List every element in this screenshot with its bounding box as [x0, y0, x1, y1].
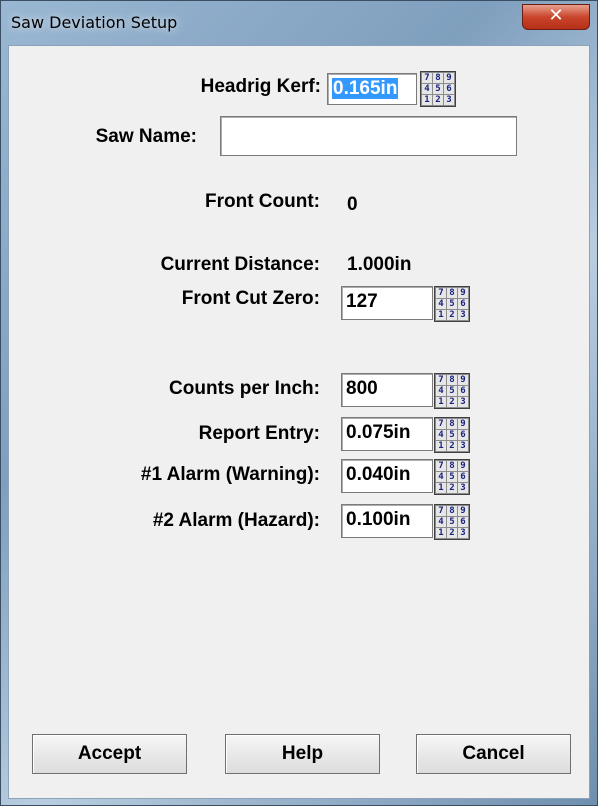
keypad-key: 1	[436, 483, 446, 493]
window-title: Saw Deviation Setup	[11, 13, 178, 32]
keypad-key: 3	[458, 483, 468, 493]
keypad-key: 2	[447, 310, 457, 320]
keypad-key: 6	[458, 472, 468, 482]
keypad-key: 5	[433, 84, 443, 94]
alarm2-input[interactable]: 0.100in	[341, 504, 433, 538]
keypad-key: 7	[436, 375, 446, 385]
headrig-kerf-keypad-icon[interactable]: 789 456 123	[420, 71, 456, 107]
keypad-key: 9	[458, 461, 468, 471]
report-entry-keypad-icon[interactable]: 789 456 123	[434, 417, 470, 453]
keypad-key: 6	[458, 386, 468, 396]
keypad-key: 8	[447, 461, 457, 471]
keypad-key: 3	[444, 95, 454, 105]
keypad-key: 6	[458, 430, 468, 440]
keypad-key: 5	[447, 472, 457, 482]
keypad-key: 3	[458, 310, 468, 320]
keypad-key: 5	[447, 430, 457, 440]
counts-per-inch-keypad-icon[interactable]: 789 456 123	[434, 373, 470, 409]
keypad-key: 2	[447, 397, 457, 407]
keypad-key: 7	[436, 288, 446, 298]
keypad-key: 1	[422, 95, 432, 105]
keypad-key: 3	[458, 397, 468, 407]
keypad-key: 1	[436, 441, 446, 451]
report-entry-label: Report Entry:	[198, 423, 320, 444]
keypad-key: 6	[444, 84, 454, 94]
keypad-key: 1	[436, 528, 446, 538]
keypad-key: 3	[458, 528, 468, 538]
dialog-body: Headrig Kerf: 0.165in 789456123 Saw Name…	[8, 45, 590, 799]
keypad-key: 3	[458, 441, 468, 451]
keypad-key: 7	[436, 461, 446, 471]
keypad-key: 2	[447, 528, 457, 538]
keypad-key: 4	[422, 84, 432, 94]
keypad-key: 2	[433, 95, 443, 105]
help-button[interactable]: Help	[225, 734, 380, 774]
keypad-key: 5	[447, 386, 457, 396]
keypad-key: 7	[422, 73, 432, 83]
front-cut-zero-keypad-icon[interactable]: 789 456 123	[434, 286, 470, 322]
keypad-key: 8	[447, 419, 457, 429]
front-count-value: 0	[347, 194, 358, 215]
keypad-key: 4	[436, 430, 446, 440]
accept-button[interactable]: Accept	[32, 734, 187, 774]
keypad-key: 7	[436, 506, 446, 516]
alarm2-keypad-icon[interactable]: 789 456 123	[434, 504, 470, 540]
alarm1-input[interactable]: 0.040in	[341, 459, 433, 493]
current-distance-value: 1.000in	[347, 254, 412, 275]
saw-name-label: Saw Name:	[95, 126, 197, 147]
keypad-key: 1	[436, 310, 446, 320]
keypad-key: 5	[447, 299, 457, 309]
keypad-key: 7	[436, 419, 446, 429]
front-cut-zero-input[interactable]: 127	[341, 286, 433, 320]
keypad-key: 9	[458, 375, 468, 385]
title-bar[interactable]: Saw Deviation Setup ✕	[1, 1, 597, 45]
keypad-key: 6	[458, 517, 468, 527]
alarm1-label: #1 Alarm (Warning):	[140, 464, 320, 485]
headrig-kerf-input[interactable]: 0.165in	[327, 73, 417, 105]
counts-per-inch-label: Counts per Inch:	[169, 378, 320, 399]
front-cut-zero-label: Front Cut Zero:	[181, 288, 320, 309]
keypad-key: 5	[447, 517, 457, 527]
current-distance-label: Current Distance:	[160, 254, 320, 275]
keypad-key: 2	[447, 441, 457, 451]
front-count-label: Front Count:	[204, 191, 320, 212]
keypad-key: 4	[436, 472, 446, 482]
counts-per-inch-input[interactable]: 800	[341, 373, 433, 407]
report-entry-input[interactable]: 0.075in	[341, 417, 433, 451]
keypad-key: 9	[444, 73, 454, 83]
keypad-key: 8	[447, 506, 457, 516]
keypad-key: 9	[458, 419, 468, 429]
keypad-key: 9	[458, 506, 468, 516]
keypad-key: 2	[447, 483, 457, 493]
dialog-window: Saw Deviation Setup ✕ Headrig Kerf: 0.16…	[0, 0, 598, 806]
keypad-key: 8	[447, 375, 457, 385]
keypad-key: 9	[458, 288, 468, 298]
close-icon: ✕	[548, 5, 564, 26]
keypad-key: 8	[447, 288, 457, 298]
keypad-key: 8	[433, 73, 443, 83]
alarm2-label: #2 Alarm (Hazard):	[152, 510, 320, 531]
alarm1-keypad-icon[interactable]: 789 456 123	[434, 459, 470, 495]
saw-name-input[interactable]	[220, 116, 517, 156]
cancel-button[interactable]: Cancel	[416, 734, 571, 774]
headrig-kerf-label: Headrig Kerf:	[200, 76, 321, 97]
keypad-key: 4	[436, 386, 446, 396]
keypad-key: 1	[436, 397, 446, 407]
keypad-key: 6	[458, 299, 468, 309]
keypad-key: 4	[436, 299, 446, 309]
keypad-key: 4	[436, 517, 446, 527]
close-button[interactable]: ✕	[522, 4, 590, 30]
